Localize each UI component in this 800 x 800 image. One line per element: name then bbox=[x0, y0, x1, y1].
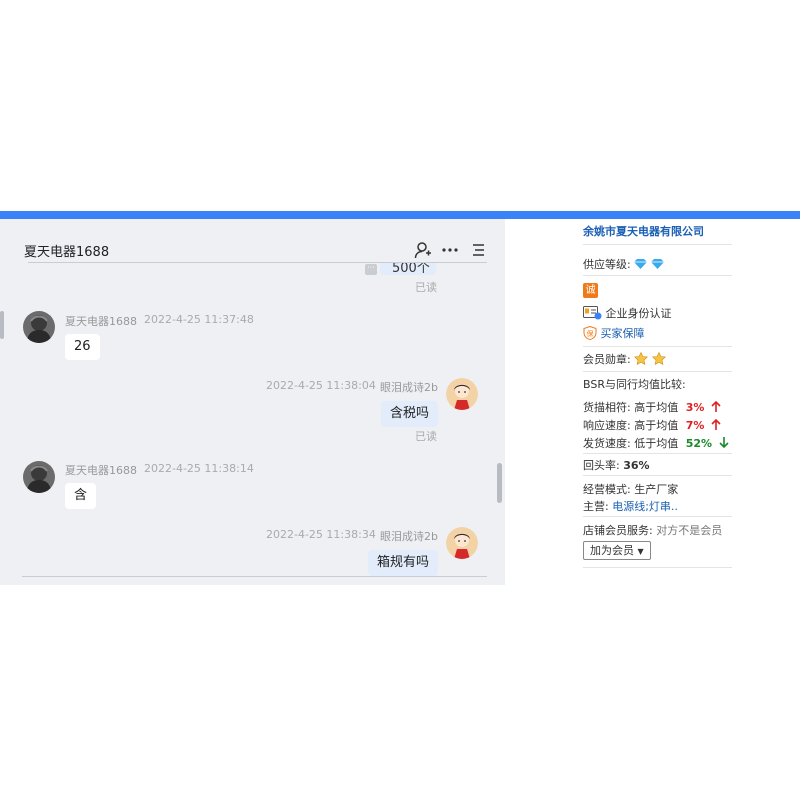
main-business-row: 主营: 电源线;灯串.. bbox=[583, 498, 733, 514]
buyer-protect-row[interactable]: 保 买家保障 bbox=[583, 325, 733, 343]
badge-row: 会员勋章: bbox=[583, 351, 733, 369]
avatar[interactable] bbox=[23, 311, 55, 343]
message-bubble: 箱规有吗 bbox=[368, 550, 439, 576]
top-accent-bar bbox=[0, 211, 800, 219]
metric-value: 3% bbox=[685, 401, 705, 414]
metric-compare: 高于均值 bbox=[634, 419, 679, 432]
chat-header: 夏天电器1688 bbox=[6, 219, 505, 263]
buyer-protect-link[interactable]: 买家保障 bbox=[601, 327, 645, 340]
metric-value: 7% bbox=[685, 419, 705, 432]
divider bbox=[583, 475, 732, 476]
cheng-xin-badge[interactable]: 诚 bbox=[583, 283, 598, 298]
chat-title: 夏天电器1688 bbox=[24, 245, 110, 260]
sender-name: 眼泪成诗2b bbox=[380, 530, 438, 543]
message-time: 2022-4-25 11:38:34 bbox=[266, 528, 376, 541]
avatar[interactable] bbox=[446, 527, 478, 559]
sender-name: 夏天电器1688 bbox=[65, 464, 137, 477]
metric-label: 货描相符: bbox=[583, 401, 631, 414]
avatar[interactable] bbox=[446, 378, 478, 410]
read-status: 已读 bbox=[415, 430, 437, 443]
business-mode-label: 经营模式: bbox=[583, 483, 631, 496]
header-divider bbox=[28, 262, 487, 263]
message-time: 2022-4-25 11:37:48 bbox=[144, 313, 254, 326]
read-status: 已读 bbox=[415, 281, 437, 294]
membership-row: 店铺会员服务: 对方不是会员 bbox=[583, 522, 733, 538]
bsr-label: BSR与同行均值比较: bbox=[583, 378, 686, 391]
main-business-label: 主营: bbox=[583, 500, 609, 513]
metric-row: 货描相符: 高于均值 3% bbox=[583, 399, 733, 415]
repeat-rate-row: 回头率: 36% bbox=[583, 457, 733, 473]
metric-compare: 高于均值 bbox=[634, 401, 679, 414]
divider bbox=[583, 371, 732, 372]
arrow-up-icon bbox=[711, 400, 721, 415]
sender-name: 眼泪成诗2b bbox=[380, 381, 438, 394]
business-mode-row: 经营模式: 生产厂家 bbox=[583, 481, 733, 497]
shield-icon: 保 bbox=[583, 325, 597, 343]
company-name-link[interactable]: 余姚市夏天电器有限公司 bbox=[583, 225, 704, 238]
divider bbox=[583, 516, 732, 517]
left-resize-handle[interactable] bbox=[0, 311, 4, 339]
chat-scrollbar[interactable] bbox=[497, 463, 502, 503]
divider bbox=[583, 567, 732, 568]
message-text: 含 bbox=[74, 488, 88, 503]
more-dots-icon[interactable] bbox=[441, 241, 459, 259]
metric-compare: 低于均值 bbox=[634, 437, 679, 450]
sender-name: 夏天电器1688 bbox=[65, 315, 137, 328]
supply-level-label: 供应等级: bbox=[583, 258, 631, 271]
chat-panel: 夏天电器1688 500个 ··· 已读 夏天电器1688 2022-4-25 … bbox=[0, 219, 505, 585]
message-text: 含税吗 bbox=[390, 406, 430, 421]
id-card-icon bbox=[583, 305, 602, 323]
avatar[interactable] bbox=[23, 461, 55, 493]
join-member-button[interactable]: 加为会员 ▼ bbox=[583, 541, 651, 560]
divider bbox=[583, 244, 732, 245]
membership-status: 对方不是会员 bbox=[656, 524, 723, 537]
metric-label: 发货速度: bbox=[583, 437, 631, 450]
divider bbox=[583, 275, 732, 276]
join-member-label: 加为会员 bbox=[590, 544, 634, 557]
diamond-icon bbox=[650, 258, 664, 272]
message-bubble: 含 bbox=[65, 483, 97, 509]
partial-message-text: 500个 bbox=[392, 261, 430, 275]
badge-label: 会员勋章: bbox=[583, 353, 631, 366]
repeat-rate-value: 36% bbox=[623, 459, 650, 472]
message-more-icon[interactable]: ··· bbox=[365, 264, 377, 275]
message-bubble: 含税吗 bbox=[381, 401, 439, 427]
divider bbox=[583, 346, 732, 347]
message-text: 26 bbox=[74, 339, 91, 354]
verify-row[interactable]: 企业身份认证 bbox=[583, 305, 733, 323]
svg-text:保: 保 bbox=[587, 329, 594, 338]
message-text: 箱规有吗 bbox=[377, 555, 430, 570]
arrow-down-icon bbox=[718, 437, 729, 451]
message-time: 2022-4-25 11:38:04 bbox=[266, 379, 376, 392]
input-divider bbox=[22, 576, 487, 577]
divider bbox=[583, 453, 732, 454]
arrow-up-icon bbox=[711, 418, 721, 433]
verify-label: 企业身份认证 bbox=[605, 307, 672, 320]
dropdown-caret-icon: ▼ bbox=[637, 547, 644, 556]
business-mode-value: 生产厂家 bbox=[634, 483, 679, 496]
person-add-icon[interactable] bbox=[414, 241, 432, 259]
metric-label: 响应速度: bbox=[583, 419, 631, 432]
membership-label: 店铺会员服务: bbox=[583, 524, 653, 537]
diamond-icon bbox=[634, 258, 648, 272]
supply-level-row: 供应等级: bbox=[583, 256, 733, 272]
metric-value: 52% bbox=[685, 437, 713, 450]
message-time: 2022-4-25 11:38:14 bbox=[144, 462, 254, 475]
repeat-rate-label: 回头率: bbox=[583, 459, 620, 472]
medal-icon[interactable] bbox=[651, 351, 666, 369]
medal-icon[interactable] bbox=[634, 351, 649, 369]
menu-list-icon[interactable] bbox=[469, 241, 487, 259]
message-bubble: 26 bbox=[65, 334, 100, 360]
metric-row: 响应速度: 高于均值 7% bbox=[583, 417, 733, 433]
metric-row: 发货速度: 低于均值 52% bbox=[583, 435, 733, 451]
main-business-link[interactable]: 电源线;灯串.. bbox=[612, 500, 678, 513]
